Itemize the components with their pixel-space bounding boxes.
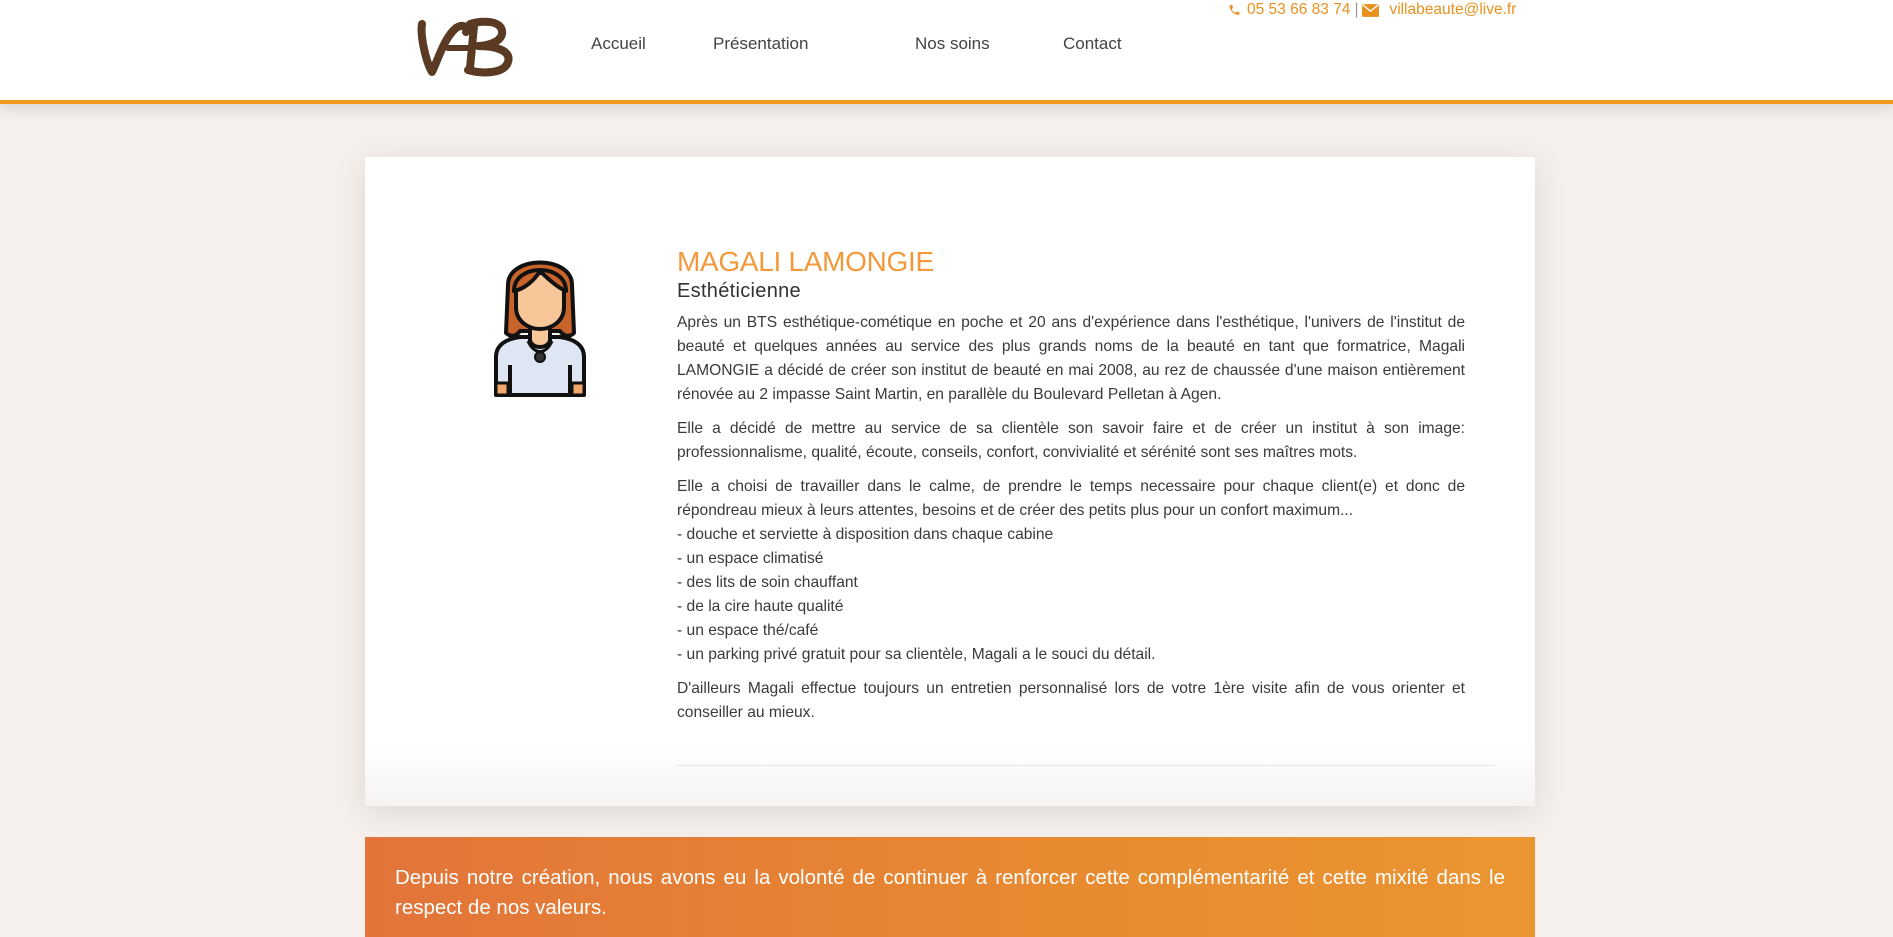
woman-avatar-icon (494, 260, 586, 397)
envelope-icon (1362, 3, 1380, 17)
amenities-list: - douche et serviette à disposition dans… (677, 523, 1465, 667)
email-link[interactable]: villabeaute@live.fr (1389, 1, 1516, 19)
list-item: - un parking privé gratuit pour sa clien… (677, 646, 1156, 663)
list-item: - un espace climatisé (677, 550, 824, 567)
villa-beaute-logo[interactable] (412, 14, 516, 80)
profile-role: Esthéticienne (677, 280, 801, 302)
site-header: Accueil Présentation Nos soins Contact 0… (0, 0, 1893, 104)
profile-paragraph-2: Elle a décidé de mettre au service de sa… (677, 420, 1465, 461)
values-banner-text: Depuis notre création, nous avons eu la … (395, 866, 1505, 919)
phone-icon (1229, 5, 1240, 15)
nav-presentation[interactable]: Présentation (713, 34, 808, 54)
nav-contact[interactable]: Contact (1063, 34, 1122, 54)
contact-separator: | (1354, 1, 1359, 18)
list-item: - de la cire haute qualité (677, 598, 844, 615)
list-item: - un espace thé/café (677, 622, 819, 639)
contact-bar: 05 53 66 83 74 | villabeaute@live.fr (1228, 1, 1516, 19)
nav-accueil[interactable]: Accueil (591, 34, 646, 54)
profile-card: MAGALI LAMONGIE Esthéticienne Après un B… (365, 157, 1535, 806)
profile-paragraph-3: Elle a choisi de travailler dans le calm… (677, 478, 1465, 519)
values-banner: Depuis notre création, nous avons eu la … (365, 837, 1535, 937)
list-item: - des lits de soin chauffant (677, 574, 858, 591)
profile-content: MAGALI LAMONGIE Esthéticienne Après un B… (677, 245, 1465, 735)
profile-name: MAGALI LAMONGIE (677, 246, 934, 277)
phone-number[interactable]: 05 53 66 83 74 (1247, 1, 1350, 19)
profile-paragraph-4: D'ailleurs Magali effectue toujours un e… (677, 680, 1465, 721)
nav-nos-soins[interactable]: Nos soins (915, 34, 990, 54)
list-item: - douche et serviette à disposition dans… (677, 526, 1054, 543)
profile-paragraph-1: Après un BTS esthétique-cométique en poc… (677, 314, 1465, 403)
